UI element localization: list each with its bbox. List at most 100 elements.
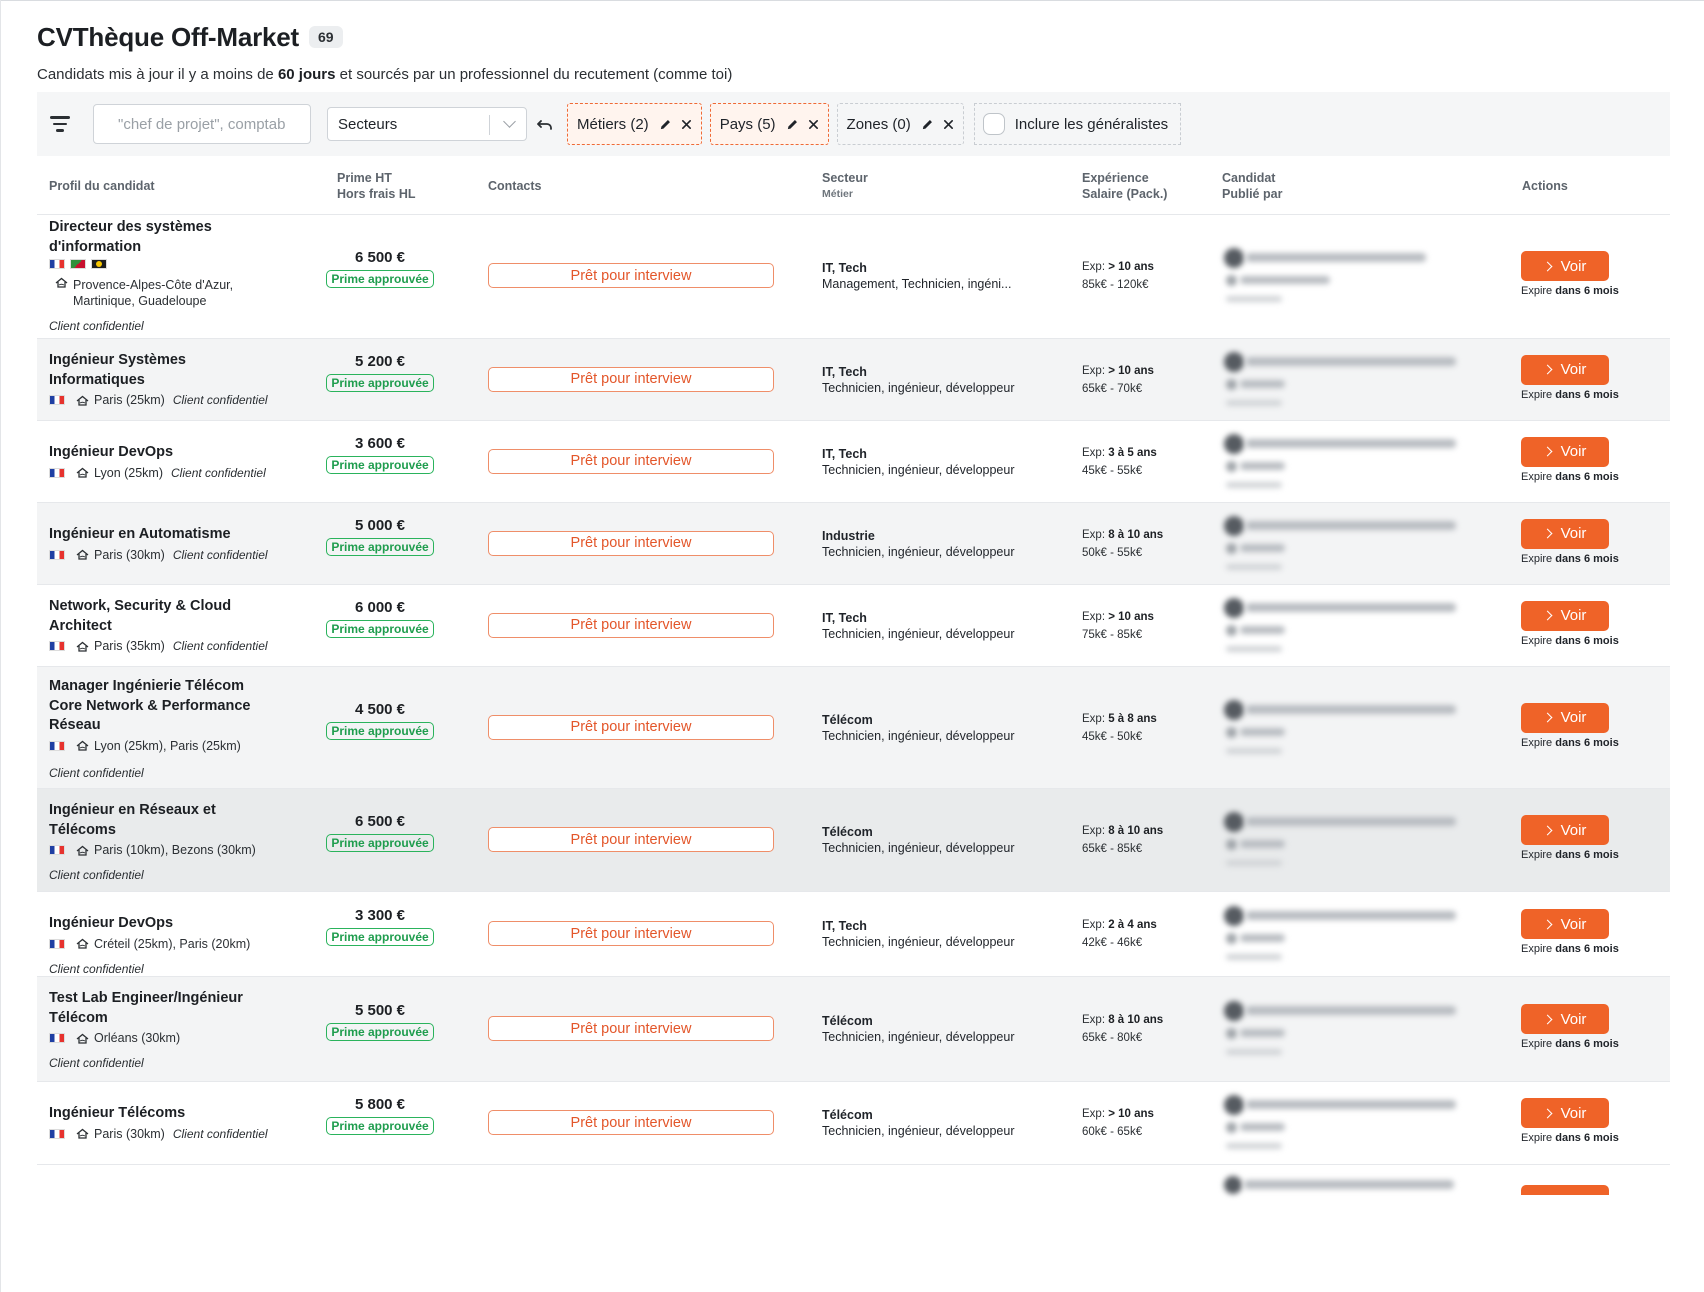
voir-button[interactable]: Voir <box>1521 1098 1609 1128</box>
exp-prefix: Exp: <box>1082 365 1108 377</box>
home-icon <box>76 549 89 560</box>
table-row[interactable]: Ingénieur en Réseaux etTélécomsParis (10… <box>37 789 1670 892</box>
chevron-right-icon <box>1542 825 1552 835</box>
table-row[interactable]: Ingénieur SystèmesInformatiquesParis (25… <box>37 339 1670 421</box>
location-text: Paris (35km) <box>94 638 165 654</box>
client-confidentiel: Client confidentiel <box>49 766 299 780</box>
edit-pencil-icon[interactable] <box>659 118 672 131</box>
job-title: Network, Security & Cloud <box>49 597 299 617</box>
expire-pre: Expire <box>1521 849 1555 861</box>
table-row[interactable]: Ingénieur TélécomsParis (30km)Client con… <box>37 1082 1670 1165</box>
candidate-location: Provence-Alpes-Côte d'Azur,Martinique, G… <box>49 277 299 309</box>
ready-for-interview-button[interactable]: Prêt pour interview <box>488 921 774 946</box>
search-input[interactable] <box>93 104 311 144</box>
prime-amount: 6 500 € <box>320 812 440 832</box>
expire-bold: dans 6 mois <box>1555 285 1619 297</box>
voir-button-label: Voir <box>1561 258 1587 275</box>
prime-approved-badge: Prime approuvée <box>326 538 433 556</box>
ready-for-interview-button[interactable]: Prêt pour interview <box>488 367 774 392</box>
column-header-prime[interactable]: Prime HT Hors frais HL <box>337 170 416 202</box>
ready-for-interview-button[interactable]: Prêt pour interview <box>488 531 774 556</box>
edit-pencil-icon[interactable] <box>921 118 934 131</box>
experience-cell: Exp: 8 à 10 ans65k€ - 85k€ <box>1082 822 1163 858</box>
table-row[interactable]: Test Lab Engineer/IngénieurTélécomOrléan… <box>37 977 1670 1082</box>
sector-name: Télécom <box>822 1014 873 1028</box>
sector-name: IT, Tech <box>822 611 867 625</box>
chevron-right-icon <box>1542 261 1552 271</box>
close-icon[interactable] <box>943 119 954 130</box>
table-row[interactable]: Ingénieur DevOpsCréteil (25km), Paris (2… <box>37 892 1670 977</box>
experience-value: 8 à 10 ans <box>1108 529 1163 541</box>
job-title: Architect <box>49 617 299 637</box>
pays-filter-chip[interactable]: Pays (5) <box>710 103 829 145</box>
ready-for-interview-button[interactable]: Prêt pour interview <box>488 827 774 852</box>
edit-pencil-icon[interactable] <box>786 118 799 131</box>
table-row[interactable]: Directeur des systèmesd'informationProve… <box>37 214 1670 339</box>
candidate-redacted <box>1224 434 1484 494</box>
zones-chip-label: Zones (0) <box>847 116 911 133</box>
ready-for-interview-button[interactable]: Prêt pour interview <box>488 1016 774 1041</box>
candidate-profile: Manager Ingénierie TélécomCore Network &… <box>49 677 299 780</box>
salary-range: 45k€ - 55k€ <box>1082 462 1157 480</box>
experience-value: 2 à 4 ans <box>1108 919 1157 931</box>
generalistes-checkbox[interactable] <box>983 113 1005 135</box>
job-title: Réseau <box>49 716 299 736</box>
undo-icon[interactable] <box>535 114 555 134</box>
column-header-experience-sub: Salaire (Pack.) <box>1082 186 1167 202</box>
metier-list: Technicien, ingénieur, développeur <box>822 380 1015 396</box>
voir-button[interactable]: Voir <box>1521 703 1609 733</box>
voir-button[interactable]: Voir <box>1521 1004 1609 1034</box>
secteurs-select-label: Secteurs <box>338 116 397 133</box>
candidate-profile: Ingénieur en AutomatismeParis (30km)Clie… <box>49 525 299 563</box>
column-header-experience[interactable]: Expérience Salaire (Pack.) <box>1082 170 1167 202</box>
table-row[interactable]: Ingénieur en AutomatismeParis (30km)Clie… <box>37 503 1670 585</box>
ready-for-interview-button[interactable]: Prêt pour interview <box>488 1110 774 1135</box>
chevron-down-icon <box>503 115 516 128</box>
filter-lines-icon[interactable] <box>47 111 73 137</box>
voir-button[interactable]: Voir <box>1521 437 1609 467</box>
table-row[interactable]: Manager Ingénierie TélécomCore Network &… <box>37 667 1670 789</box>
column-header-secteur[interactable]: Secteur Métier <box>822 170 868 202</box>
close-icon[interactable] <box>808 119 819 130</box>
voir-button[interactable]: Voir <box>1521 815 1609 845</box>
salary-range: 42k€ - 46k€ <box>1082 934 1157 952</box>
candidate-location: Paris (35km)Client confidentiel <box>49 638 299 654</box>
column-header-profil[interactable]: Profil du candidat <box>49 178 155 194</box>
experience-value: 8 à 10 ans <box>1108 825 1163 837</box>
column-header-prime-sub: Hors frais HL <box>337 186 416 202</box>
ready-for-interview-button[interactable]: Prêt pour interview <box>488 613 774 638</box>
table-row[interactable]: Ingénieur DevOpsLyon (25km)Client confid… <box>37 421 1670 503</box>
exp-prefix: Exp: <box>1082 1014 1108 1026</box>
prime-approved-badge: Prime approuvée <box>326 928 433 946</box>
table-row[interactable]: Network, Security & CloudArchitectParis … <box>37 585 1670 667</box>
job-title: Manager Ingénierie Télécom <box>49 677 299 697</box>
metier-list: Technicien, ingénieur, développeur <box>822 840 1015 856</box>
voir-button[interactable]: Voir <box>1521 519 1609 549</box>
candidate-profile: Network, Security & CloudArchitectParis … <box>49 597 299 654</box>
expire-pre: Expire <box>1521 389 1555 401</box>
metiers-filter-chip[interactable]: Métiers (2) <box>567 103 702 145</box>
close-icon[interactable] <box>681 119 692 130</box>
voir-button[interactable]: Voir <box>1521 601 1609 631</box>
ready-for-interview-button[interactable]: Prêt pour interview <box>488 715 774 740</box>
secteurs-select[interactable]: Secteurs <box>327 107 527 141</box>
pays-chip-label: Pays (5) <box>720 116 776 133</box>
ready-for-interview-button[interactable]: Prêt pour interview <box>488 263 774 288</box>
candidate-location: Paris (10km), Bezons (30km) <box>49 842 299 858</box>
experience-value: 3 à 5 ans <box>1108 447 1157 459</box>
actions-cell: VoirExpire dans 6 mois <box>1521 815 1619 861</box>
candidate-profile: Ingénieur TélécomsParis (30km)Client con… <box>49 1104 299 1142</box>
ready-for-interview-button[interactable]: Prêt pour interview <box>488 449 774 474</box>
exp-prefix: Exp: <box>1082 919 1108 931</box>
voir-button[interactable]: Voir <box>1521 909 1609 939</box>
voir-button[interactable]: Voir <box>1521 355 1609 385</box>
metier-list: Management, Technicien, ingéni... <box>822 276 1011 292</box>
voir-button[interactable]: Voir <box>1521 251 1609 281</box>
candidate-redacted <box>1224 598 1484 658</box>
sector-name: Télécom <box>822 713 873 727</box>
prime-cell: 4 500 €Prime approuvée <box>320 700 440 740</box>
zones-filter-chip[interactable]: Zones (0) <box>837 103 964 145</box>
top-border <box>0 0 1704 1</box>
expire-pre: Expire <box>1521 1038 1555 1050</box>
candidate-redacted <box>1224 352 1484 412</box>
